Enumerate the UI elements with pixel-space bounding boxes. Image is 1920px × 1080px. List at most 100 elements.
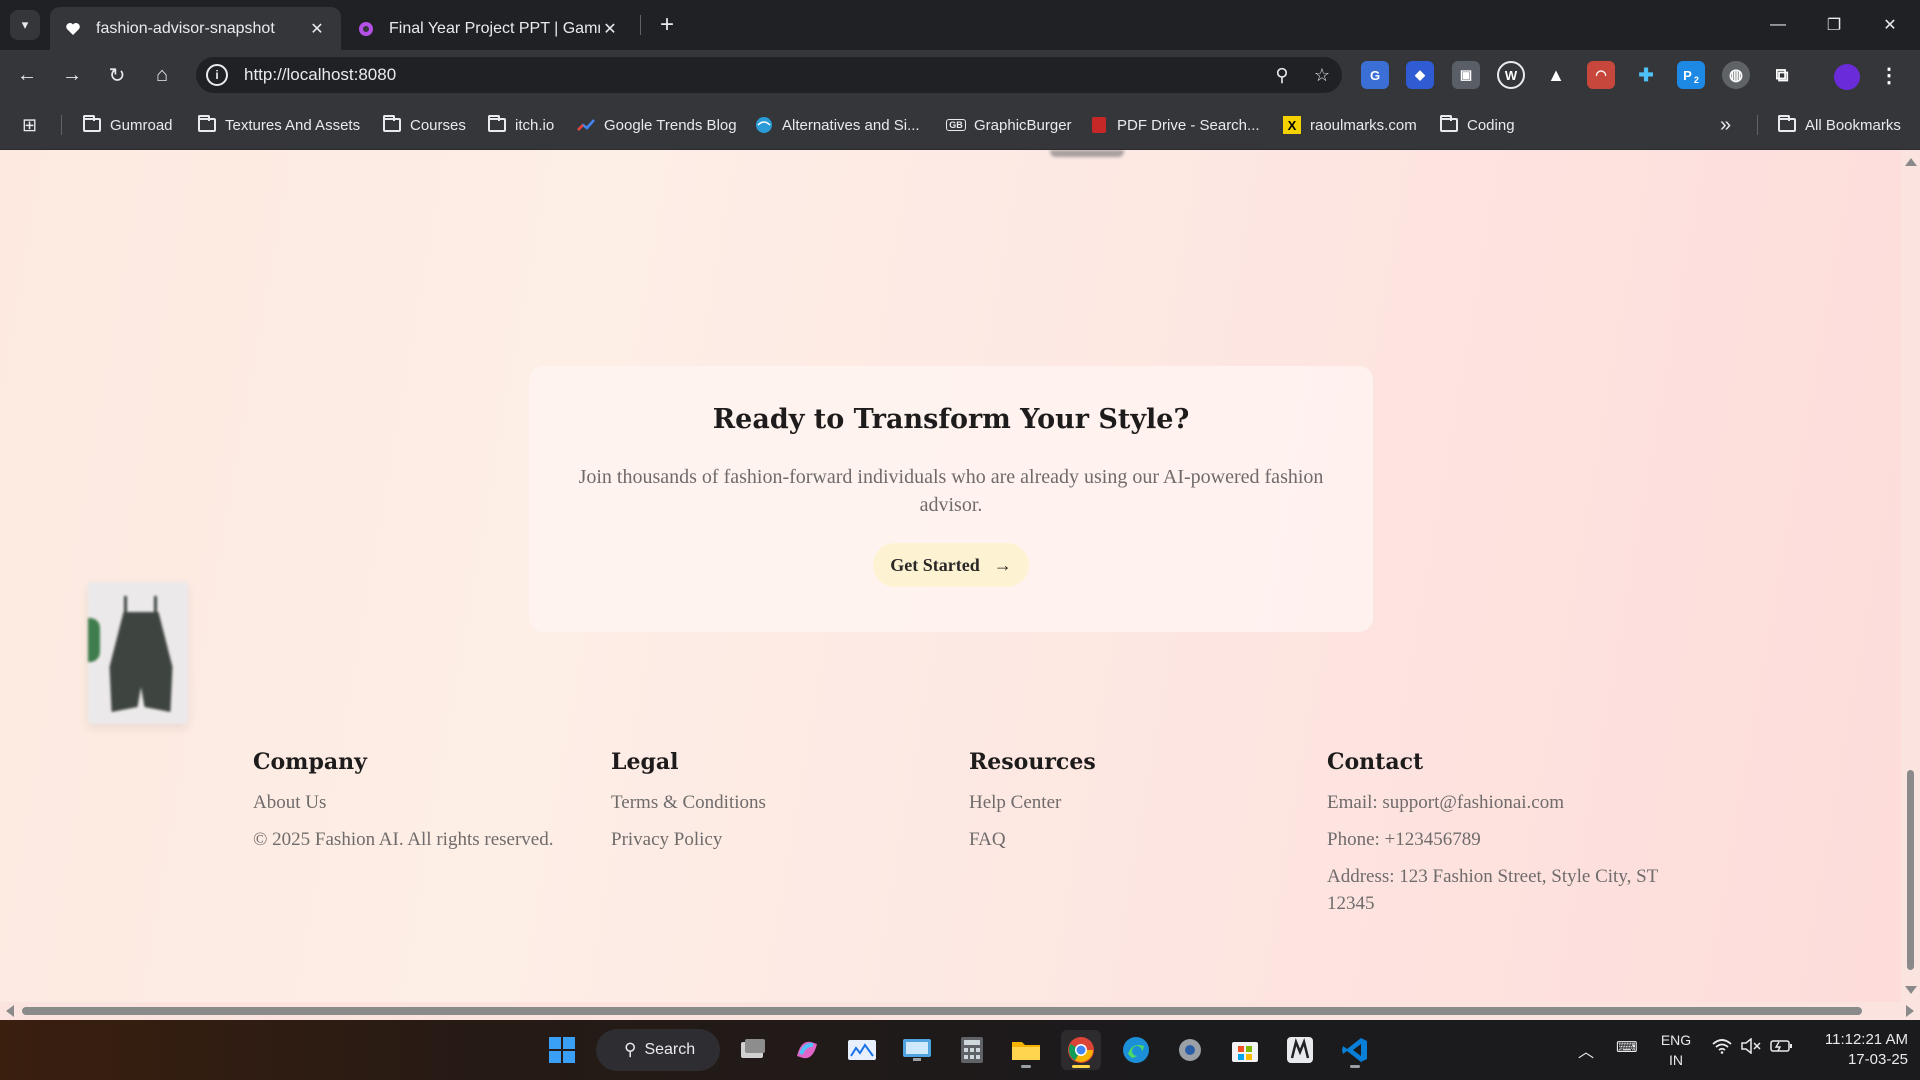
more-bookmarks-button[interactable]: »	[1720, 113, 1731, 137]
restore-icon[interactable]: ❐	[1814, 8, 1854, 42]
bookmark-textures[interactable]: Textures And Assets	[197, 113, 360, 137]
close-window-icon[interactable]: ✕	[1870, 8, 1910, 42]
vertical-scroll-thumb[interactable]	[1907, 770, 1914, 970]
close-tab-icon[interactable]: ✕	[600, 19, 620, 39]
vertical-scrollbar[interactable]	[1901, 150, 1920, 1002]
footer-column-legal: Legal Terms & Conditions Privacy Policy	[611, 745, 766, 853]
bookmark-label: Coding	[1467, 116, 1515, 134]
windows-start-icon[interactable]	[542, 1030, 582, 1070]
zoom-icon[interactable]: ⚲	[1262, 65, 1302, 86]
calculator-icon[interactable]	[952, 1030, 992, 1070]
copilot-icon[interactable]	[787, 1030, 827, 1070]
get-started-button[interactable]: Get Started →	[873, 543, 1029, 587]
gb-icon: GB	[946, 117, 966, 133]
system-clock[interactable]: 11:12:21 AM 17-03-25	[1808, 1030, 1908, 1070]
keyboard-icon[interactable]: ⌨	[1616, 1038, 1638, 1056]
bookmark-graphicburger[interactable]: GB GraphicBurger	[946, 113, 1072, 137]
footer-link-terms[interactable]: Terms & Conditions	[611, 789, 766, 816]
tab-title: fashion-advisor-snapshot	[96, 19, 275, 37]
bookmark-label: raoulmarks.com	[1310, 116, 1417, 134]
horizontal-scrollbar[interactable]	[0, 1002, 1920, 1020]
footer-link-privacy[interactable]: Privacy Policy	[611, 826, 766, 853]
volume-muted-icon[interactable]	[1741, 1037, 1763, 1058]
tab-search-button[interactable]: ▾	[10, 10, 40, 40]
home-icon[interactable]: ⌂	[146, 59, 178, 91]
pdf-icon	[1089, 117, 1109, 133]
tab-fashion-advisor[interactable]: fashion-advisor-snapshot ✕	[50, 7, 341, 50]
reload-icon[interactable]: ↻	[101, 59, 133, 91]
wifi-icon[interactable]	[1712, 1038, 1732, 1058]
footer-contact-email: Email: support@fashionai.com	[1327, 792, 1565, 813]
shield-extension-icon[interactable]: ◆	[1406, 61, 1434, 89]
bookmark-itchio[interactable]: itch.io	[487, 113, 554, 137]
new-tab-button[interactable]: +	[652, 10, 682, 40]
running-indicator	[1350, 1065, 1360, 1068]
footer-link-about[interactable]: About Us	[253, 789, 553, 816]
tab-divider	[640, 15, 641, 35]
close-tab-icon[interactable]: ✕	[307, 19, 327, 39]
address-bar[interactable]: i http://localhost:8080 ⚲ ☆	[196, 57, 1342, 93]
scroll-right-arrow-icon[interactable]	[1906, 1005, 1914, 1017]
bookmark-raoulmarks[interactable]: X raoulmarks.com	[1282, 113, 1417, 137]
arrow-right-icon: →	[993, 554, 1012, 575]
footer-link-help-center[interactable]: Help Center	[969, 789, 1096, 816]
task-view-icon[interactable]	[733, 1030, 773, 1070]
chrome-icon[interactable]	[1061, 1030, 1101, 1070]
edge-icon[interactable]	[1116, 1030, 1156, 1070]
microsoft-store-icon[interactable]	[1225, 1030, 1265, 1070]
cta-title: Ready to Transform Your Style?	[712, 404, 1190, 435]
page-viewport: Ready to Transform Your Style? Join thou…	[0, 150, 1901, 1002]
bookmark-star-icon[interactable]: ☆	[1302, 65, 1342, 86]
tab-gamma[interactable]: Final Year Project PPT | Gamma ✕	[343, 7, 634, 50]
globe-extension-icon[interactable]: ◍	[1722, 61, 1750, 89]
taskbar-search-label: Search	[644, 1041, 696, 1058]
gamma-icon	[357, 20, 375, 38]
apps-grid-icon[interactable]: ⊞	[22, 113, 37, 137]
menu-kebab-icon[interactable]: ⋮	[1875, 61, 1903, 89]
region-code: IN	[1669, 1052, 1683, 1068]
folder-icon	[1778, 115, 1796, 132]
forward-icon[interactable]: →	[56, 59, 88, 91]
translate-extension-icon[interactable]: G	[1361, 61, 1389, 89]
photos-app-icon[interactable]	[842, 1030, 882, 1070]
battery-icon[interactable]	[1770, 1038, 1794, 1058]
unity-hub-icon[interactable]	[1280, 1030, 1320, 1070]
bookmark-alternatives[interactable]: Alternatives and Si...	[754, 113, 920, 137]
scroll-down-arrow-icon[interactable]	[1905, 986, 1917, 994]
profile-avatar[interactable]	[1834, 64, 1860, 90]
taskbar-search[interactable]: ⚲ Search	[596, 1029, 720, 1071]
mountain-extension-icon[interactable]: ▲	[1542, 61, 1570, 89]
scroll-up-arrow-icon[interactable]	[1905, 158, 1917, 166]
globe-icon	[754, 117, 774, 133]
monitor-app-icon[interactable]	[897, 1030, 937, 1070]
bookmark-coding[interactable]: Coding	[1439, 113, 1515, 137]
window-extension-icon[interactable]: ▣	[1452, 61, 1480, 89]
scroll-left-arrow-icon[interactable]	[6, 1005, 14, 1017]
all-bookmarks-button[interactable]: All Bookmarks	[1777, 113, 1901, 137]
footer: Company About Us © 2025 Fashion AI. All …	[0, 745, 1901, 1002]
bookmark-courses[interactable]: Courses	[382, 113, 466, 137]
wordtune-extension-icon[interactable]: W	[1497, 61, 1525, 89]
puzzle-blue-extension-icon[interactable]: ✚	[1632, 61, 1660, 89]
address-url[interactable]: http://localhost:8080	[244, 65, 1262, 85]
file-explorer-icon[interactable]	[1006, 1030, 1046, 1070]
bookmark-gumroad[interactable]: Gumroad	[82, 113, 173, 137]
bookmark-label: All Bookmarks	[1805, 116, 1901, 134]
back-icon[interactable]: ←	[11, 59, 43, 91]
tabs-extension-icon[interactable]: ◠	[1587, 61, 1615, 89]
site-info-icon[interactable]: i	[206, 64, 228, 86]
extensions-puzzle-icon[interactable]: ⧉	[1768, 61, 1796, 89]
tray-chevron-up-icon[interactable]: ︿	[1578, 1038, 1594, 1062]
bookmark-google-trends[interactable]: Google Trends Blog	[576, 113, 737, 137]
settings-gear-icon[interactable]	[1170, 1030, 1210, 1070]
minimize-icon[interactable]: —	[1758, 8, 1798, 42]
footer-link-faq[interactable]: FAQ	[969, 826, 1096, 853]
footer-column-contact: Contact Email: support@fashionai.com Pho…	[1327, 745, 1667, 917]
horizontal-scroll-thumb[interactable]	[22, 1007, 1862, 1015]
language-indicator[interactable]: ENG IN	[1656, 1030, 1696, 1070]
vscode-icon[interactable]	[1335, 1030, 1375, 1070]
bookmark-pdf-drive[interactable]: PDF Drive - Search...	[1089, 113, 1260, 137]
keyword-extension-icon[interactable]: P2	[1677, 61, 1705, 89]
bookmark-label: GraphicBurger	[974, 116, 1072, 134]
bookmark-label: Textures And Assets	[225, 116, 361, 134]
